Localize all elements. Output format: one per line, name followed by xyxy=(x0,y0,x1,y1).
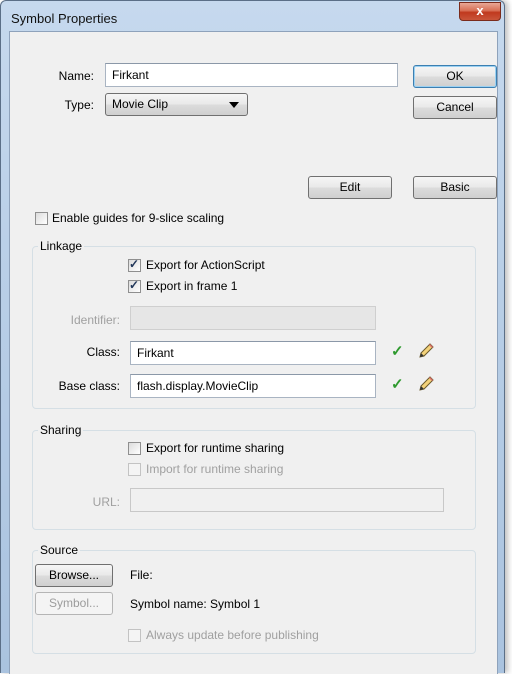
guides-checkbox[interactable] xyxy=(35,212,48,225)
edit-button[interactable]: Edit xyxy=(308,176,392,199)
type-dropdown[interactable]: Movie Clip xyxy=(105,93,248,116)
export-frame1-checkbox[interactable] xyxy=(128,278,141,293)
ok-button[interactable]: OK xyxy=(413,65,497,88)
browse-button[interactable]: Browse... xyxy=(35,564,113,587)
symbol-name-text: Symbol name: Symbol 1 xyxy=(130,597,261,611)
type-dropdown-value: Movie Clip xyxy=(112,97,169,111)
symbol-button[interactable]: Symbol... xyxy=(35,592,113,615)
cancel-button[interactable]: Cancel xyxy=(413,96,497,119)
base-class-field[interactable]: flash.display.MovieClip xyxy=(130,374,376,398)
export-runtime-checkbox[interactable] xyxy=(128,442,141,455)
base-class-edit-pencil-icon[interactable] xyxy=(417,375,435,393)
class-label: Class: xyxy=(86,345,120,359)
export-frame1-label: Export in frame 1 xyxy=(146,279,238,293)
dialog-title: Symbol Properties xyxy=(11,11,118,26)
url-field[interactable] xyxy=(130,488,444,512)
url-label: URL: xyxy=(92,495,120,509)
chevron-down-icon xyxy=(229,102,239,108)
identifier-field[interactable] xyxy=(130,306,376,330)
file-label: File: xyxy=(130,568,153,582)
class-valid-checkmark-icon: ✓ xyxy=(391,343,404,360)
sharing-title: Sharing xyxy=(38,423,84,437)
import-runtime-checkbox[interactable] xyxy=(128,463,141,476)
base-class-label: Base class: xyxy=(58,379,120,393)
export-actionscript-label: Export for ActionScript xyxy=(146,258,265,272)
close-icon: x xyxy=(476,3,484,18)
always-update-checkbox[interactable] xyxy=(128,629,141,642)
dialog-body: Name: Firkant Type: Movie Clip OK Cancel… xyxy=(9,31,498,674)
close-button[interactable]: x xyxy=(459,2,501,21)
class-field[interactable]: Firkant xyxy=(130,341,376,365)
type-label: Type: xyxy=(64,98,94,112)
dialog-window: Symbol Properties x Name: Firkant Type: … xyxy=(0,0,505,674)
class-edit-pencil-icon[interactable] xyxy=(417,342,435,360)
source-title: Source xyxy=(38,543,81,557)
identifier-label: Identifier: xyxy=(70,313,120,327)
guides-label: Enable guides for 9-slice scaling xyxy=(52,211,225,225)
always-update-label: Always update before publishing xyxy=(146,628,319,642)
name-field[interactable]: Firkant xyxy=(105,63,398,87)
basic-button[interactable]: Basic xyxy=(413,176,497,199)
base-class-valid-checkmark-icon: ✓ xyxy=(391,376,404,393)
linkage-title: Linkage xyxy=(38,239,85,253)
name-label: Name: xyxy=(58,69,94,83)
import-runtime-label: Import for runtime sharing xyxy=(146,462,284,476)
export-runtime-label: Export for runtime sharing xyxy=(146,441,285,455)
export-actionscript-checkbox[interactable] xyxy=(128,257,141,272)
